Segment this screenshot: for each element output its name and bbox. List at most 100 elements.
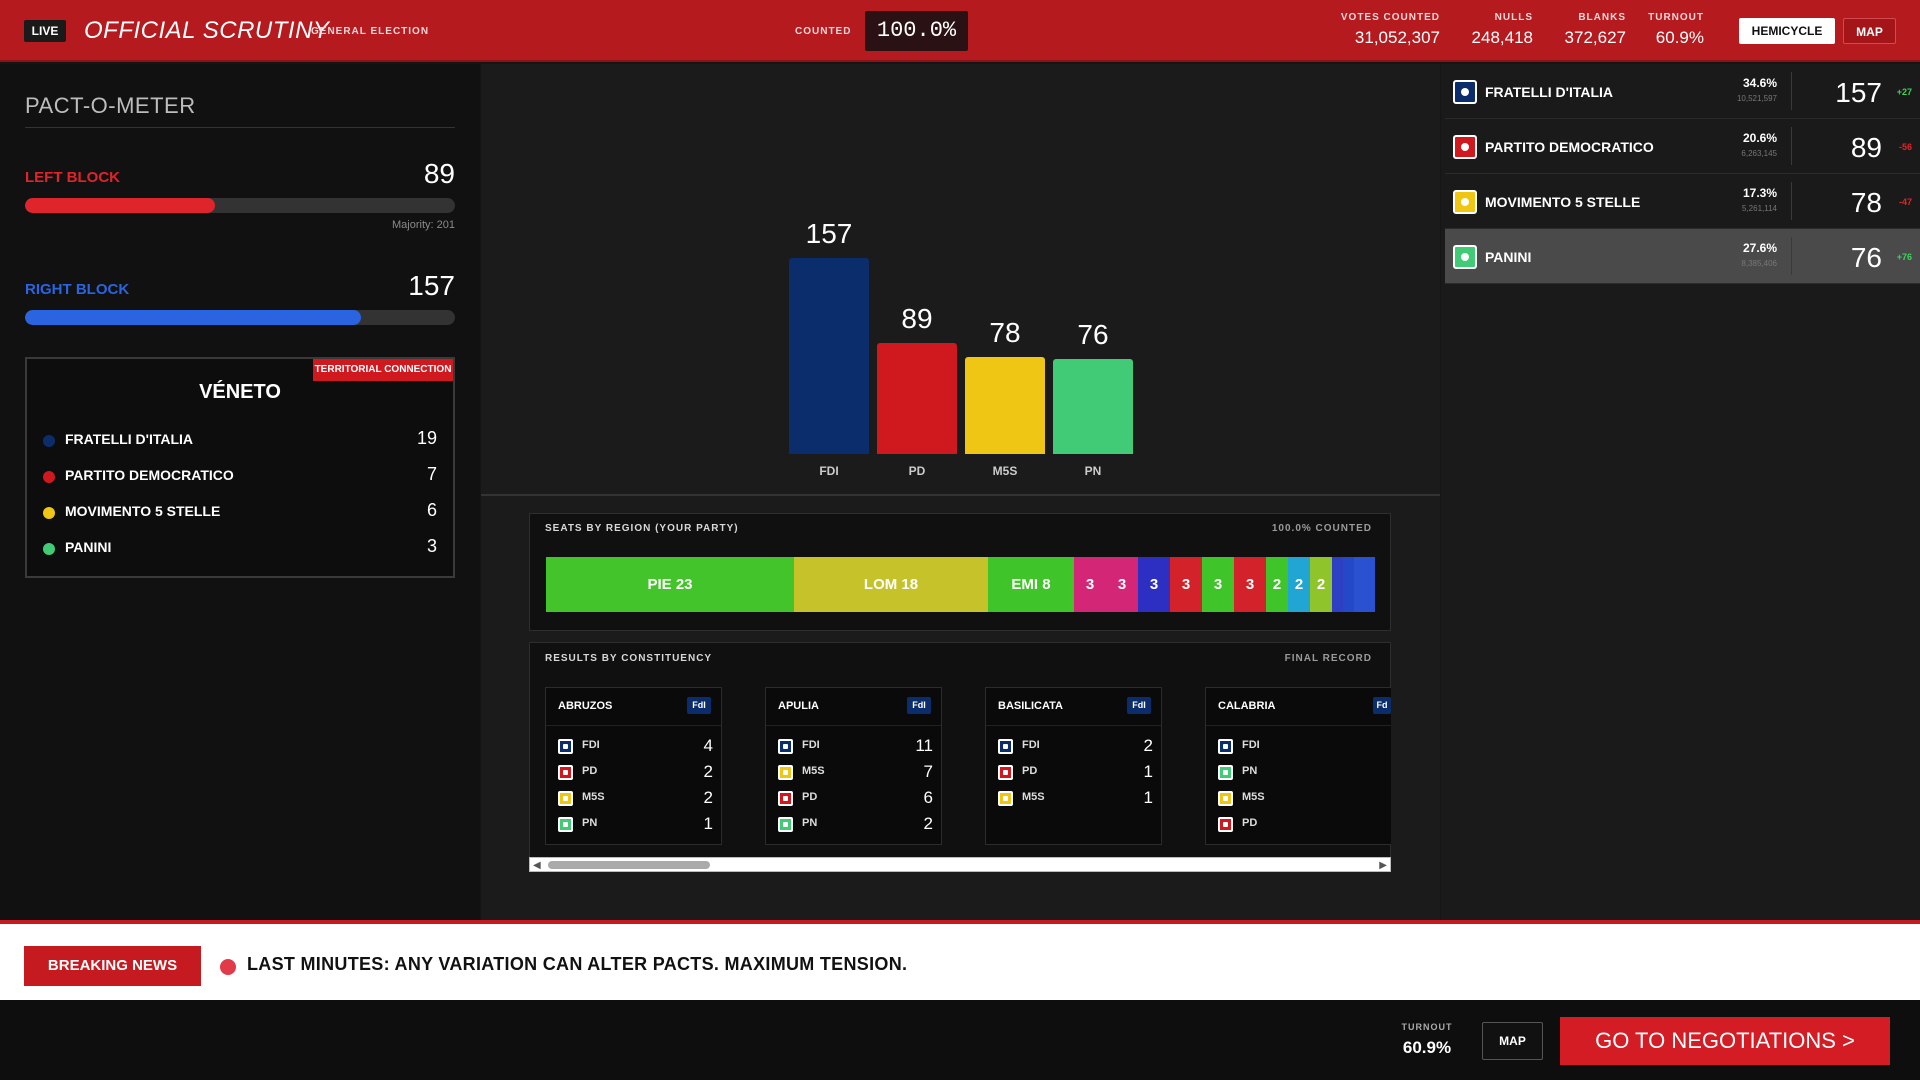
region-row: PANINI 3: [43, 535, 437, 565]
party-votes: 8,385,406: [1741, 259, 1777, 268]
party-code: PD: [1022, 765, 1038, 777]
stat-votes-counted: VOTES COUNTED 31,052,307: [1320, 12, 1440, 48]
seat-delta: +27: [1896, 87, 1912, 97]
region-segment[interactable]: 2: [1266, 557, 1288, 612]
seat-count: 1: [1143, 762, 1153, 781]
region-row: PARTITO DEMOCRATICO 7: [43, 463, 437, 493]
region-segment[interactable]: 3: [1106, 557, 1138, 612]
horizontal-scrollbar[interactable]: ◀ ▶: [529, 857, 1391, 872]
party-code: FDI: [1242, 739, 1260, 751]
right-block-label: RIGHT BLOCK: [25, 281, 130, 298]
turnout-label: TURNOUT: [1401, 1022, 1453, 1032]
constituency-row: PD 1: [998, 762, 1153, 782]
party-code: PN: [1242, 765, 1258, 777]
divider: [986, 725, 1161, 726]
party-name: PARTITO DEMOCRATICO: [1485, 139, 1654, 155]
scroll-thumb[interactable]: [548, 861, 710, 869]
seat-count: 2: [703, 788, 713, 807]
region-segment[interactable]: EMI 8: [988, 557, 1074, 612]
region-segment[interactable]: 3: [1202, 557, 1234, 612]
party-name: PANINI: [65, 539, 112, 555]
region-row: FRATELLI D'ITALIA 19: [43, 427, 437, 457]
divider: [766, 725, 941, 726]
constituency-card-basilicata[interactable]: BASILICATA FdI FDI 2 PD 1 M5S 1: [985, 687, 1162, 845]
stat-nulls: NULLS 248,418: [1450, 12, 1533, 48]
region-segment[interactable]: PIE 23: [546, 557, 794, 612]
party-code: FDI: [1022, 739, 1040, 751]
pd-logo-icon: [1453, 135, 1477, 159]
top-bar: LIVE OFFICIAL SCRUTINY GENERAL ELECTION …: [0, 0, 1920, 62]
constituency-card-apulia[interactable]: APULIA FdI FDI 11 M5S 7 PD 6 PN 2: [765, 687, 942, 845]
right-block-fill: [25, 310, 361, 325]
region-segment[interactable]: 3: [1074, 557, 1106, 612]
map-button[interactable]: MAP: [1482, 1022, 1543, 1060]
party-row-m5s[interactable]: MOVIMENTO 5 STELLE 17.3% 5,261,114 78 -4…: [1445, 174, 1920, 229]
region-segment[interactable]: 3: [1170, 557, 1202, 612]
news-ticker-text: LAST MINUTES: ANY VARIATION CAN ALTER PA…: [247, 954, 908, 974]
party-code: FDI: [582, 739, 600, 751]
constituency-row: PN 2: [778, 814, 933, 834]
region-segment[interactable]: 2: [1310, 557, 1332, 612]
hemicycle-button[interactable]: HEMICYCLE: [1739, 18, 1835, 44]
party-icon: [778, 791, 793, 806]
go-to-negotiations-button[interactable]: GO TO NEGOTIATIONS >: [1560, 1017, 1890, 1065]
party-icon: [558, 765, 573, 780]
party-name: PARTITO DEMOCRATICO: [65, 467, 234, 483]
party-seats: 7: [426, 464, 437, 484]
constituency-row: M5S 7: [778, 762, 933, 782]
stat-value: 248,418: [1471, 28, 1533, 47]
seat-count: 6: [923, 788, 933, 807]
chart-value-label: 89: [901, 303, 933, 334]
seat-count: 1: [1143, 788, 1153, 807]
constituency-row: PN: [1218, 762, 1373, 782]
party-seats: 6: [426, 500, 437, 520]
region-segment[interactable]: [1332, 557, 1343, 612]
bottom-bar: TURNOUT 60.9% MAP GO TO NEGOTIATIONS >: [0, 1000, 1920, 1080]
map-button[interactable]: MAP: [1843, 18, 1896, 44]
party-icon: [558, 739, 573, 754]
chart-bar-fdi: [789, 258, 869, 454]
chart-bar-m5s: [965, 357, 1045, 454]
party-row-panini[interactable]: PANINI 27.6% 8,385,406 76 +76: [1445, 229, 1920, 284]
party-name: MOVIMENTO 5 STELLE: [65, 503, 221, 519]
constituency-row: M5S: [1218, 788, 1373, 808]
chart-category-label: PN: [1084, 464, 1102, 478]
constituency-name: BASILICATA: [998, 700, 1063, 712]
scroll-right-arrow-icon[interactable]: ▶: [1379, 860, 1387, 871]
majority-label: Majority: 201: [392, 219, 455, 231]
constituency-row: FDI 4: [558, 736, 713, 756]
constituency-card-calabria[interactable]: CALABRIA Fd FDI PN M5S PD: [1205, 687, 1391, 845]
breaking-news-badge: BREAKING NEWS: [24, 946, 201, 986]
constituency-card-abruzos[interactable]: ABRUZOS FdI FDI 4 PD 2 M5S 2 PN 1: [545, 687, 722, 845]
seat-count: 4: [703, 736, 713, 755]
party-row-pd[interactable]: PARTITO DEMOCRATICO 20.6% 6,263,145 89 -…: [1445, 119, 1920, 174]
party-icon: [778, 765, 793, 780]
seat-count: 11: [915, 736, 933, 755]
party-row-fdi[interactable]: FRATELLI D'ITALIA 34.6% 10,521,597 157 +…: [1445, 64, 1920, 119]
constituency-row: PD 6: [778, 788, 933, 808]
left-block-fill: [25, 198, 216, 213]
region-segment[interactable]: [1354, 557, 1375, 612]
live-badge: LIVE: [24, 20, 66, 42]
party-code: FDI: [802, 739, 820, 751]
stat-label: TURNOUT: [1648, 12, 1704, 23]
chart-value-label: 157: [805, 218, 853, 249]
region-row: MOVIMENTO 5 STELLE 6: [43, 499, 437, 529]
stat-value: 60.9%: [1655, 28, 1704, 47]
region-segment[interactable]: 3: [1234, 557, 1266, 612]
divider: [1791, 182, 1792, 220]
party-code: PD: [802, 791, 818, 803]
region-segment[interactable]: LOM 18: [794, 557, 988, 612]
right-block-bar: [25, 310, 455, 325]
party-dot: [43, 507, 55, 519]
party-icon: [558, 791, 573, 806]
scroll-left-arrow-icon[interactable]: ◀: [533, 860, 541, 871]
region-segment[interactable]: [1343, 557, 1354, 612]
seats-by-region-status: 100.0% COUNTED: [1271, 523, 1372, 534]
region-segment[interactable]: 2: [1288, 557, 1310, 612]
region-segment[interactable]: 3: [1138, 557, 1170, 612]
party-name: MOVIMENTO 5 STELLE: [1485, 194, 1641, 210]
party-icon: [1218, 791, 1233, 806]
app-title: OFFICIAL SCRUTINY: [84, 17, 330, 44]
party-icon: [998, 791, 1013, 806]
